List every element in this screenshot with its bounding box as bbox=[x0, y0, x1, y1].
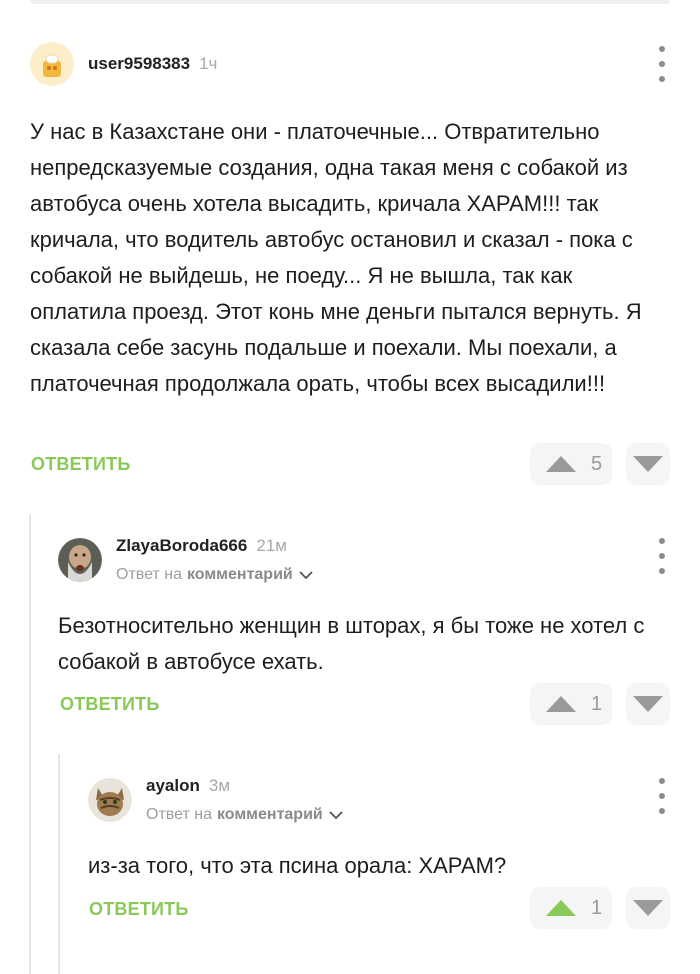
arrow-up-icon bbox=[546, 696, 576, 712]
comment-meta: ZlayaBoroda666 21м Ответ на комментарий bbox=[116, 536, 313, 584]
arrow-up-icon bbox=[546, 900, 576, 916]
comment-text: из-за того, что эта псина орала: ХАРАМ? bbox=[88, 853, 507, 878]
comment-header: ZlayaBoroda666 21м Ответ на комментарий bbox=[58, 536, 313, 584]
more-vertical-icon[interactable] bbox=[650, 538, 674, 574]
avatar[interactable] bbox=[58, 538, 102, 582]
reply-button[interactable]: ОТВЕТИТЬ bbox=[31, 454, 130, 475]
upvote-button[interactable]: 1 bbox=[530, 887, 612, 929]
timestamp: 3м bbox=[208, 776, 231, 795]
thread-line-level-1[interactable] bbox=[29, 514, 31, 974]
reply-to-prefix: Ответ на bbox=[146, 806, 212, 823]
chevron-down-icon bbox=[329, 810, 343, 819]
username[interactable]: user9598383 bbox=[88, 54, 190, 74]
reply-button[interactable]: ОТВЕТИТЬ bbox=[60, 694, 159, 715]
comment-header: user9598383 1ч bbox=[30, 42, 217, 86]
username[interactable]: ZlayaBoroda666 bbox=[116, 536, 247, 556]
comment-text: У нас в Казахстане они - платочечные... … bbox=[30, 119, 642, 396]
reply-to-link[interactable]: Ответ на комментарий bbox=[146, 806, 343, 824]
comment-meta: ayalon 3м Ответ на комментарий bbox=[146, 776, 343, 824]
arrow-up-icon bbox=[546, 456, 576, 472]
reply-to-prefix: Ответ на bbox=[116, 566, 182, 583]
downvote-button[interactable] bbox=[626, 443, 670, 485]
avatar[interactable] bbox=[30, 42, 74, 86]
avatar[interactable] bbox=[88, 778, 132, 822]
previous-comment-edge bbox=[30, 0, 670, 4]
more-vertical-icon[interactable] bbox=[650, 46, 674, 82]
rating-count: 1 bbox=[591, 692, 603, 715]
rating-count: 1 bbox=[591, 896, 603, 919]
reply-to-link[interactable]: Ответ на комментарий bbox=[116, 566, 313, 584]
username[interactable]: ayalon bbox=[146, 776, 200, 796]
timestamp: 1ч bbox=[199, 54, 218, 73]
reply-to-target: комментарий bbox=[186, 566, 293, 583]
comment-text: Безотносительно женщин в шторах, я бы то… bbox=[58, 613, 645, 674]
arrow-down-icon bbox=[633, 696, 663, 712]
reply-button[interactable]: ОТВЕТИТЬ bbox=[89, 899, 188, 920]
downvote-button[interactable] bbox=[626, 887, 670, 929]
downvote-button[interactable] bbox=[626, 683, 670, 725]
more-vertical-icon[interactable] bbox=[650, 778, 674, 814]
thread-line-level-2[interactable] bbox=[58, 754, 60, 974]
timestamp: 21м bbox=[256, 536, 287, 555]
comment-meta: user9598383 1ч bbox=[88, 54, 217, 74]
arrow-down-icon bbox=[633, 456, 663, 472]
chevron-down-icon bbox=[299, 570, 313, 579]
rating-count: 5 bbox=[591, 452, 603, 475]
upvote-button[interactable]: 1 bbox=[530, 683, 612, 725]
comment-header: ayalon 3м Ответ на комментарий bbox=[88, 776, 343, 824]
reply-to-target: комментарий bbox=[216, 806, 323, 823]
upvote-button[interactable]: 5 bbox=[530, 443, 612, 485]
arrow-down-icon bbox=[633, 900, 663, 916]
